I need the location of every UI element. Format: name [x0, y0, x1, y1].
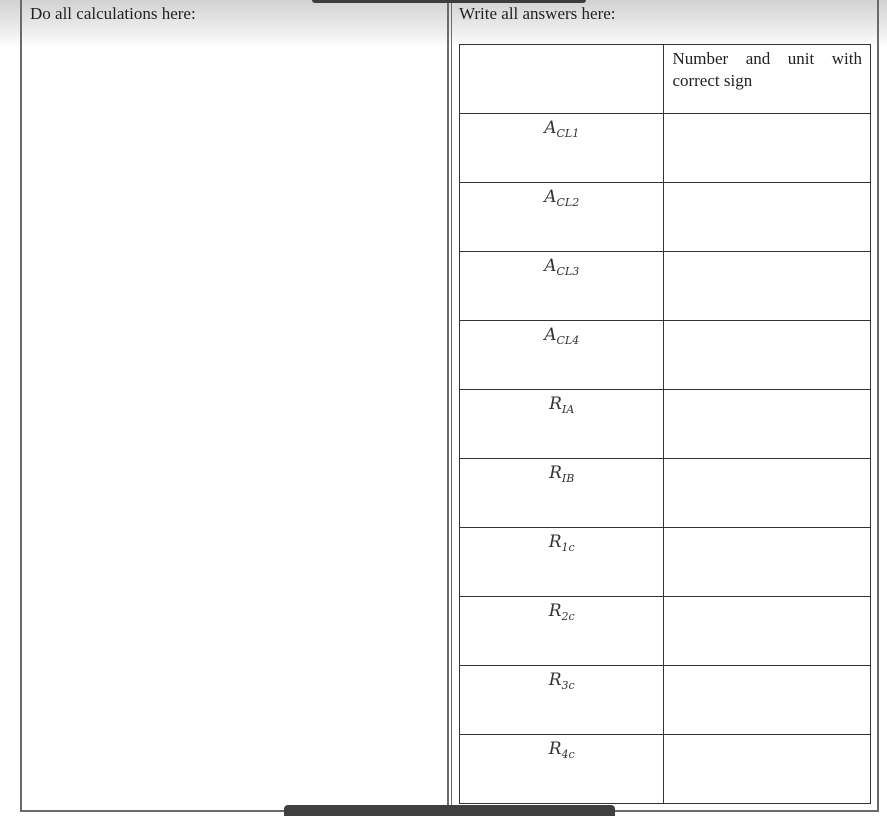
symbol-base: A — [544, 256, 557, 276]
table-row: R1c — [458, 527, 871, 597]
answer-cell[interactable] — [663, 458, 871, 528]
symbol-subscript: IA — [561, 403, 575, 416]
answer-cell[interactable] — [663, 113, 871, 183]
answer-cell[interactable] — [663, 527, 871, 597]
quantity-cell: RIA — [458, 389, 665, 459]
quantity-symbol: ACL4 — [544, 325, 579, 347]
horizontal-scrollbar-thumb[interactable] — [284, 805, 615, 816]
table-row: ACL2 — [458, 182, 871, 252]
quantity-symbol: R1c — [549, 532, 575, 554]
quantity-cell: R4c — [458, 734, 665, 804]
header-quantity-cell — [458, 44, 665, 114]
quantity-symbol: ACL3 — [544, 256, 579, 278]
table-row: ACL4 — [458, 320, 871, 390]
symbol-subscript: IB — [561, 472, 575, 485]
symbol-subscript: CL2 — [556, 196, 580, 209]
top-scrollbar-thumb[interactable] — [312, 0, 586, 3]
quantity-cell: R1c — [458, 527, 665, 597]
header-value-label: Number and unit with correct sign — [672, 49, 862, 90]
quantity-cell: ACL1 — [458, 113, 665, 183]
answers-table: Number and unit with correct sign ACL1 AC… — [458, 44, 871, 804]
table-row: RIA — [458, 389, 871, 459]
symbol-base: R — [548, 739, 562, 759]
symbol-base: R — [549, 463, 562, 483]
calculations-heading: Do all calculations here: — [30, 4, 196, 23]
symbol-subscript: CL3 — [556, 265, 580, 278]
table-row: ACL3 — [458, 251, 871, 321]
calculations-panel — [20, 0, 449, 812]
answer-cell[interactable] — [663, 389, 871, 459]
quantity-cell: ACL2 — [458, 182, 665, 252]
symbol-base: R — [548, 601, 562, 621]
symbol-base: A — [544, 325, 557, 345]
table-row: R3c — [458, 665, 871, 735]
quantity-symbol: ACL1 — [544, 118, 579, 140]
table-row: R2c — [458, 596, 871, 666]
table-row: ACL1 — [458, 113, 871, 183]
quantity-symbol: RIA — [549, 394, 574, 416]
symbol-subscript: CL1 — [556, 127, 580, 140]
answer-cell[interactable] — [663, 320, 871, 390]
quantity-cell: ACL4 — [458, 320, 665, 390]
quantity-cell: R2c — [458, 596, 665, 666]
symbol-subscript: 2c — [561, 610, 575, 623]
answer-cell[interactable] — [663, 182, 871, 252]
quantity-cell: ACL3 — [458, 251, 665, 321]
symbol-base: A — [544, 118, 557, 138]
answer-cell[interactable] — [663, 251, 871, 321]
symbol-subscript: 1c — [561, 541, 575, 554]
table-row: R4c — [458, 734, 871, 804]
quantity-symbol: R2c — [549, 601, 575, 623]
header-value-cell: Number and unit with correct sign — [663, 44, 871, 114]
table-header-row: Number and unit with correct sign — [458, 44, 871, 114]
symbol-base: R — [548, 532, 562, 552]
quantity-symbol: R3c — [549, 670, 575, 692]
quantity-symbol: RIB — [549, 463, 574, 485]
answer-cell[interactable] — [663, 596, 871, 666]
answer-cell[interactable] — [663, 734, 871, 804]
quantity-cell: RIB — [458, 458, 665, 528]
table-row: RIB — [458, 458, 871, 528]
symbol-base: R — [548, 670, 562, 690]
symbol-base: A — [544, 187, 557, 207]
symbol-subscript: 4c — [561, 748, 575, 761]
answer-cell[interactable] — [663, 665, 871, 735]
symbol-base: R — [549, 394, 562, 414]
quantity-cell: R3c — [458, 665, 665, 735]
symbol-subscript: CL4 — [556, 334, 580, 347]
symbol-subscript: 3c — [561, 679, 575, 692]
answers-heading: Write all answers here: — [459, 4, 616, 23]
quantity-symbol: R4c — [549, 739, 575, 761]
quantity-symbol: ACL2 — [544, 187, 579, 209]
